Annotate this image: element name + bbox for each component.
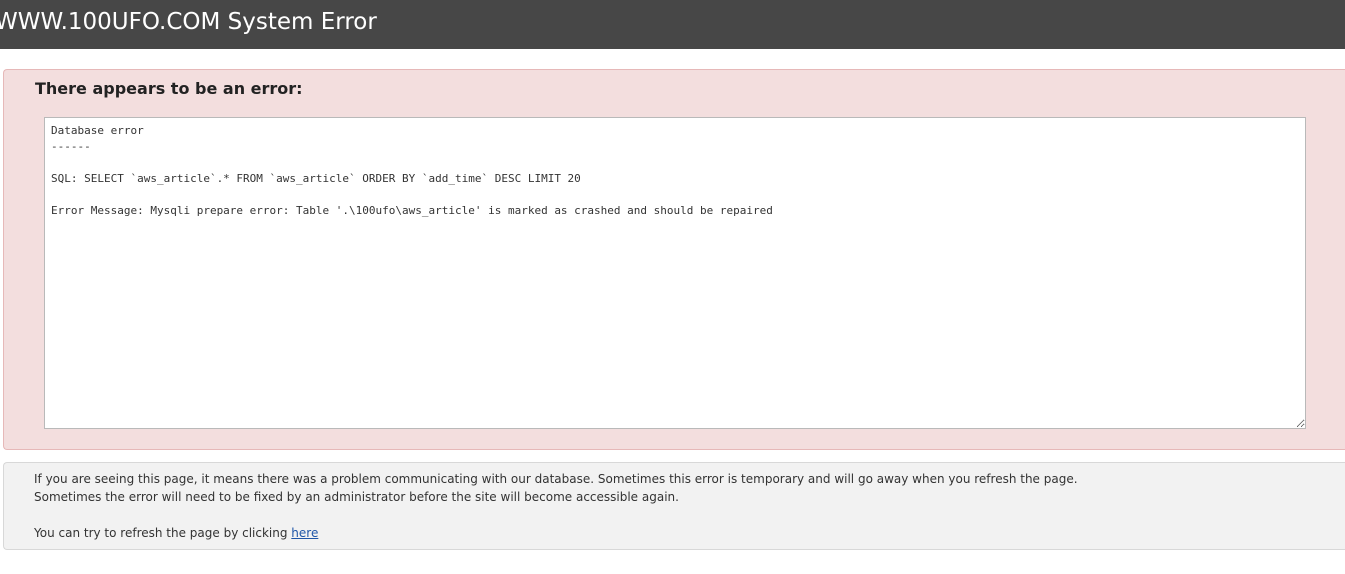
refresh-prefix-text: You can try to refresh the page by click… xyxy=(34,526,292,540)
page-title: WWW.100UFO.COM System Error xyxy=(0,9,377,35)
refresh-link[interactable]: here xyxy=(291,526,318,540)
error-message-textarea[interactable] xyxy=(44,117,1306,429)
header-bar: WWW.100UFO.COM System Error xyxy=(0,0,1345,49)
info-line-2: Sometimes the error will need to be fixe… xyxy=(34,490,679,504)
refresh-line: You can try to refresh the page by click… xyxy=(34,524,318,542)
info-line-1: If you are seeing this page, it means th… xyxy=(34,472,1078,486)
error-heading: There appears to be an error: xyxy=(35,79,303,98)
error-panel: There appears to be an error: xyxy=(3,69,1345,450)
info-panel: If you are seeing this page, it means th… xyxy=(3,462,1345,550)
